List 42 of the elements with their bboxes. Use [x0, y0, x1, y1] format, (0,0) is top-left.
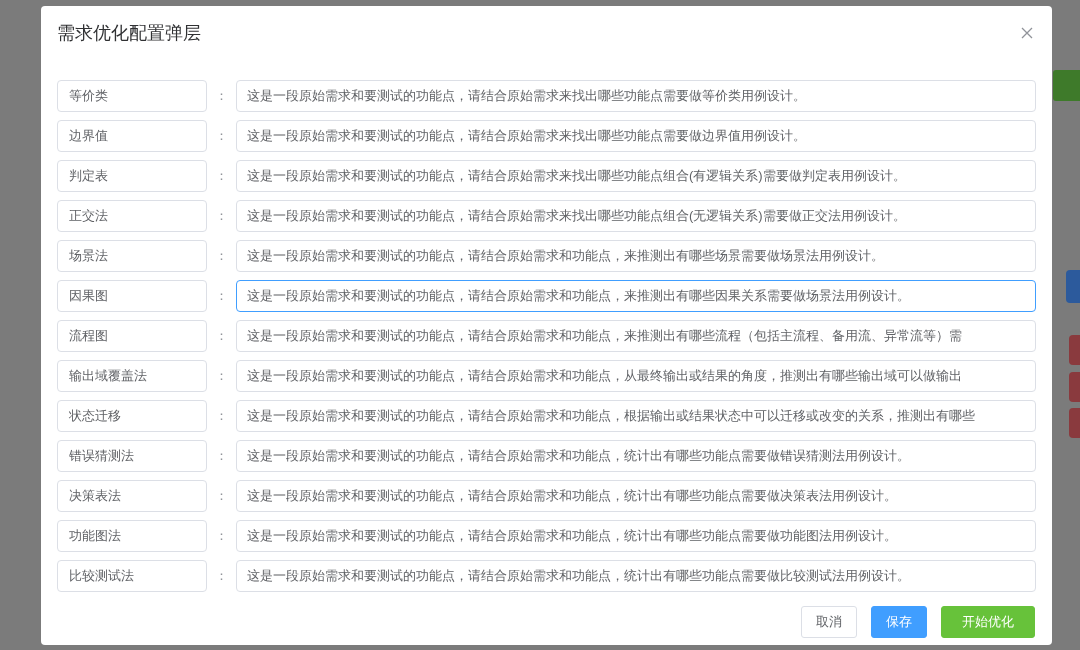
- prompt-input-field[interactable]: 这是一段原始需求和要测试的功能点，请结合原始需求来找出哪些功能点组合(有逻辑关系)需要做判定表用例设计。: [236, 160, 1036, 192]
- colon-separator: ：: [214, 407, 229, 425]
- colon-separator: ：: [214, 87, 229, 105]
- method-name-field[interactable]: 比较测试法: [57, 560, 207, 592]
- colon-separator: ：: [214, 247, 229, 265]
- method-name-field[interactable]: 因果图: [57, 280, 207, 312]
- method-name-field[interactable]: 输出域覆盖法: [57, 360, 207, 392]
- prompt-input-field[interactable]: 这是一段原始需求和要测试的功能点，请结合原始需求和功能点，统计出有哪些功能点需要做错误猜测法用例设计。: [236, 440, 1036, 472]
- colon-separator: ：: [214, 367, 229, 385]
- method-name-field[interactable]: 场景法: [57, 240, 207, 272]
- close-icon[interactable]: [1021, 27, 1033, 39]
- colon-separator: ：: [214, 287, 229, 305]
- colon-separator: ：: [214, 447, 229, 465]
- method-name-field[interactable]: 正交法: [57, 200, 207, 232]
- method-name-field[interactable]: 决策表法: [57, 480, 207, 512]
- prompt-input-field[interactable]: 这是一段原始需求和要测试的功能点，请结合原始需求和功能点，来推测出有哪些流程（包括主流程、备用流、异常流等）需: [236, 320, 1036, 352]
- method-name-field[interactable]: 功能图法: [57, 520, 207, 552]
- prompt-input-field[interactable]: 这是一段原始需求和要测试的功能点，请结合原始需求和功能点，来推测出有哪些场景需要做场景法用例设计。: [236, 240, 1036, 272]
- prompt-input-field[interactable]: 这是一段原始需求和要测试的功能点，请结合原始需求和功能点，统计出有哪些功能点需要做功能图法用例设计。: [236, 520, 1036, 552]
- prompt-input-field[interactable]: 这是一段原始需求和要测试的功能点，请结合原始需求和功能点，统计出有哪些功能点需要做比较测试法用例设计。: [236, 560, 1036, 592]
- colon-separator: ：: [214, 567, 229, 585]
- prompt-input-field[interactable]: 这是一段原始需求和要测试的功能点，请结合原始需求来找出哪些功能点需要做边界值用例设计。: [236, 120, 1036, 152]
- colon-separator: ：: [214, 327, 229, 345]
- colon-separator: ：: [214, 487, 229, 505]
- method-name-field[interactable]: 错误猜测法: [57, 440, 207, 472]
- colon-separator: ：: [214, 527, 229, 545]
- dialog-title: 需求优化配置弹层: [57, 22, 201, 45]
- method-name-field[interactable]: 判定表: [57, 160, 207, 192]
- method-name-field[interactable]: 流程图: [57, 320, 207, 352]
- prompt-input-field[interactable]: 这是一段原始需求和要测试的功能点，请结合原始需求来找出哪些功能点需要做等价类用例设计。: [236, 80, 1036, 112]
- method-name-field[interactable]: 等价类: [57, 80, 207, 112]
- method-name-field[interactable]: 状态迁移: [57, 400, 207, 432]
- cancel-button[interactable]: 取消: [801, 606, 857, 638]
- colon-separator: ：: [214, 207, 229, 225]
- prompt-input-field[interactable]: 这是一段原始需求和要测试的功能点，请结合原始需求和功能点，来推测出有哪些因果关系需要做场景法用例设计。: [236, 280, 1036, 312]
- method-name-field[interactable]: 边界值: [57, 120, 207, 152]
- prompt-input-field[interactable]: 这是一段原始需求和要测试的功能点，请结合原始需求和功能点，从最终输出或结果的角度，推测出有哪些输出域可以做输出: [236, 360, 1036, 392]
- prompt-input-field[interactable]: 这是一段原始需求和要测试的功能点，请结合原始需求和功能点，根据输出或结果状态中可以迁移或改变的关系，推测出有哪些: [236, 400, 1036, 432]
- prompt-input-field[interactable]: 这是一段原始需求和要测试的功能点，请结合原始需求和功能点，统计出有哪些功能点需要做决策表法用例设计。: [236, 480, 1036, 512]
- colon-separator: ：: [214, 127, 229, 145]
- colon-separator: ：: [214, 167, 229, 185]
- prompt-input-field[interactable]: 这是一段原始需求和要测试的功能点，请结合原始需求来找出哪些功能点组合(无逻辑关系)需要做正交法用例设计。: [236, 200, 1036, 232]
